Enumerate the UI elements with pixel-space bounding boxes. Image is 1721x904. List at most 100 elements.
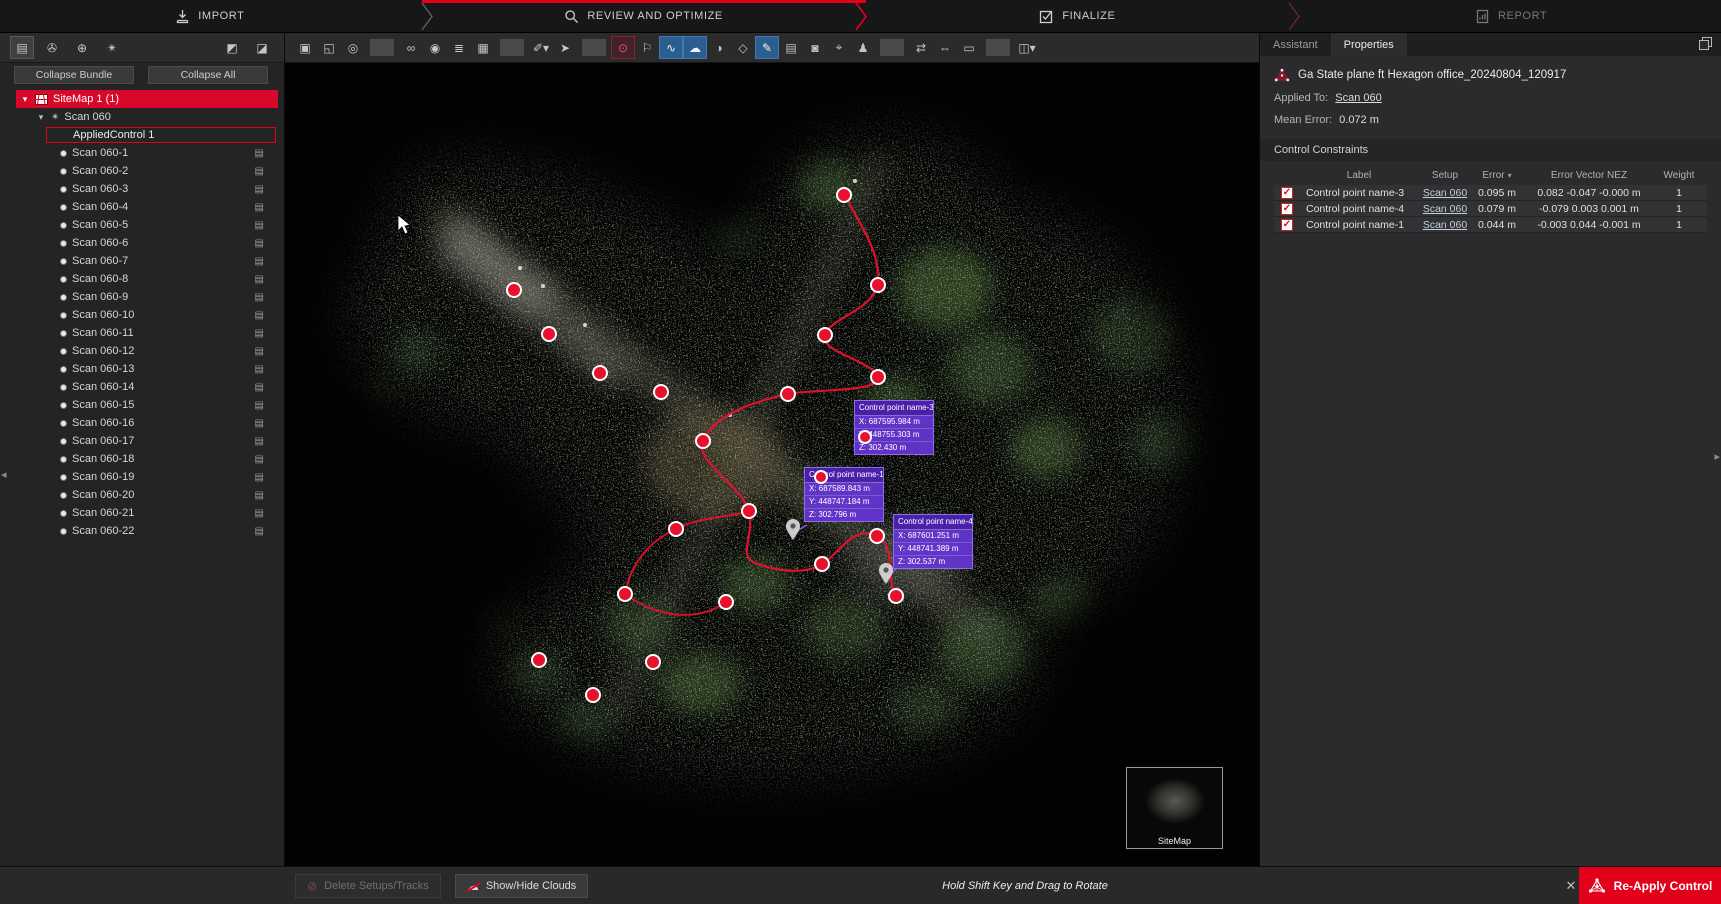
minimap[interactable]: SiteMap (1126, 767, 1223, 849)
collapse-left-panel-arrow[interactable]: ◂ (1, 468, 7, 481)
tab-import[interactable]: IMPORT (0, 0, 420, 32)
tree-item-scan[interactable]: Scan 060-18 ▤ (0, 450, 284, 468)
header-error-vector[interactable]: Error Vector NEZ (1522, 169, 1656, 182)
constraint-row[interactable]: ✓ Control point name-4 Scan 060 0.079 m … (1274, 201, 1707, 217)
tag-annotation-icon[interactable]: ⚐ (635, 36, 659, 59)
photo-icon[interactable]: ▤ (255, 526, 264, 537)
delete-setups-tracks-button[interactable]: ⊘ Delete Setups/Tracks (295, 874, 441, 898)
photo-icon[interactable]: ▤ (255, 364, 264, 375)
measure-tool-icon[interactable]: ✐▾ (529, 36, 553, 59)
toolbar-icon[interactable] (880, 39, 904, 56)
photo-icon[interactable]: ▤ (255, 310, 264, 321)
tree-item-scan[interactable]: Scan 060-20 ▤ (0, 486, 284, 504)
header-label[interactable]: Label (1300, 169, 1418, 182)
tab-properties[interactable]: Properties (1331, 33, 1407, 56)
constraint-checkbox[interactable]: ✓ (1281, 187, 1293, 199)
mesh-tool-icon[interactable]: ◇ (731, 36, 755, 59)
tree-item-scan[interactable]: Scan 060-9 ▤ (0, 288, 284, 306)
cloud-tool-icon[interactable]: ☁ (683, 36, 707, 59)
crop-icon[interactable]: ◱ (317, 36, 341, 59)
record-icon[interactable]: ◉ (423, 36, 447, 59)
photo-icon[interactable]: ▤ (255, 274, 264, 285)
header-error[interactable]: Error▾ (1472, 169, 1522, 182)
header-setup[interactable]: Setup (1418, 169, 1472, 182)
constraint-setup-link[interactable]: Scan 060 (1423, 187, 1467, 199)
constraint-setup-link[interactable]: Scan 060 (1423, 219, 1467, 231)
photo-icon[interactable]: ▤ (255, 166, 264, 177)
image-annotation-icon[interactable]: ▤ (779, 36, 803, 59)
bundle-image-toggle-icon[interactable]: ◪ (250, 36, 274, 59)
photo-icon[interactable]: ▤ (255, 418, 264, 429)
tree-item-scan[interactable]: Scan 060-19 ▤ (0, 468, 284, 486)
tree-item-scan[interactable]: Scan 060-6 ▤ (0, 234, 284, 252)
tree-item-scan-group[interactable]: ▾ ✴ Scan 060 (0, 108, 284, 126)
tree-item-scan[interactable]: Scan 060-16 ▤ (0, 414, 284, 432)
sidebar-icon[interactable] (130, 36, 214, 59)
zoom-window-icon[interactable]: ◎ (341, 36, 365, 59)
photo-icon[interactable]: ▤ (255, 400, 264, 411)
tree-item-sitemap[interactable]: ▾ SiteMap 1 (1) (16, 90, 278, 108)
toolbar-icon[interactable] (500, 39, 524, 56)
photo-icon[interactable]: ▤ (255, 292, 264, 303)
panorama-view-icon[interactable]: ▭ (957, 36, 981, 59)
photo-icon[interactable]: ▤ (255, 220, 264, 231)
constraint-setup-link[interactable]: Scan 060 (1423, 203, 1467, 215)
track-tool-icon[interactable]: ∿ (659, 36, 683, 59)
bundle-cloud-toggle-icon[interactable]: ◩ (220, 36, 244, 59)
tree-item-scan[interactable]: Scan 060-11 ▤ (0, 324, 284, 342)
photo-icon[interactable]: ▤ (255, 454, 264, 465)
photo-icon[interactable]: ▤ (255, 382, 264, 393)
tree-item-scan[interactable]: Scan 060-14 ▤ (0, 378, 284, 396)
camera-icon[interactable]: ◙ (803, 36, 827, 59)
photo-icon[interactable]: ▤ (255, 184, 264, 195)
photo-icon[interactable]: ▤ (255, 202, 264, 213)
circle-annotation-icon[interactable]: ⊙ (611, 36, 635, 59)
project-folder-icon[interactable]: ▤ (10, 36, 34, 59)
tab-assistant[interactable]: Assistant (1260, 33, 1331, 56)
tree-item-scan[interactable]: Scan 060-4 ▤ (0, 198, 284, 216)
link-views-icon[interactable]: ∞ (399, 36, 423, 59)
close-hint-button[interactable]: ✕ (1561, 878, 1581, 894)
draw-tool-icon[interactable]: ✎ (755, 36, 779, 59)
header-weight[interactable]: Weight (1656, 169, 1702, 182)
point-cloud-view[interactable]: Control point name-3 X: 687595.984 m Y: … (285, 63, 1259, 866)
tree-item-scan[interactable]: Scan 060-8 ▤ (0, 270, 284, 288)
reapply-control-button[interactable]: Re-Apply Control (1579, 867, 1721, 904)
photo-icon[interactable]: ▤ (255, 148, 264, 159)
tab-finalize[interactable]: FINALIZE (868, 0, 1288, 32)
tree-item-scan[interactable]: Scan 060-5 ▤ (0, 216, 284, 234)
swap-views-icon[interactable]: ⇄ (909, 36, 933, 59)
control-point-marker[interactable] (814, 470, 828, 484)
collapse-right-panel-arrow[interactable]: ▸ (1714, 450, 1720, 463)
tree-item-scan[interactable]: Scan 060-10 ▤ (0, 306, 284, 324)
photo-icon[interactable]: ▤ (255, 436, 264, 447)
photo-icon[interactable]: ▤ (255, 472, 264, 483)
photo-icon[interactable]: ▤ (255, 256, 264, 267)
photo-icon[interactable]: ▤ (255, 328, 264, 339)
photo-icon[interactable]: ▤ (255, 238, 264, 249)
tree-item-scan[interactable]: Scan 060-15 ▤ (0, 396, 284, 414)
toolbar-icon[interactable] (370, 39, 394, 56)
applied-to-link[interactable]: Scan 060 (1335, 92, 1381, 104)
viewport-grid-icon[interactable]: ▦ (471, 36, 495, 59)
toolbar-icon[interactable] (986, 39, 1010, 56)
person-pin-icon[interactable]: ♟ (851, 36, 875, 59)
tree-item-scan[interactable]: Scan 060-22 ▤ (0, 522, 284, 540)
tab-review-and-optimize[interactable]: REVIEW AND OPTIMIZE (434, 0, 854, 32)
copy-view-icon[interactable]: ▣ (293, 36, 317, 59)
attachments-icon[interactable]: ✇ (40, 36, 64, 59)
sort-icon[interactable]: ▾ (1508, 171, 1512, 180)
select-tool-icon[interactable]: ➤ (553, 36, 577, 59)
tree-item-scan[interactable]: Scan 060-7 ▤ (0, 252, 284, 270)
photo-icon[interactable]: ▤ (255, 508, 264, 519)
collapse-all-button[interactable]: Collapse All (148, 66, 268, 84)
toolbar-icon[interactable] (582, 39, 606, 56)
constraint-checkbox[interactable]: ✓ (1281, 219, 1293, 231)
show-hide-clouds-button[interactable]: ☁ Show/Hide Clouds (455, 874, 589, 898)
photo-icon[interactable]: ▤ (255, 346, 264, 357)
tree-item-scan[interactable]: Scan 060-13 ▤ (0, 360, 284, 378)
tab-report[interactable]: REPORT (1301, 0, 1721, 32)
constraint-row[interactable]: ✓ Control point name-1 Scan 060 0.044 m … (1274, 217, 1707, 233)
control-point-marker[interactable] (858, 430, 872, 444)
photo-icon[interactable]: ▤ (255, 490, 264, 501)
